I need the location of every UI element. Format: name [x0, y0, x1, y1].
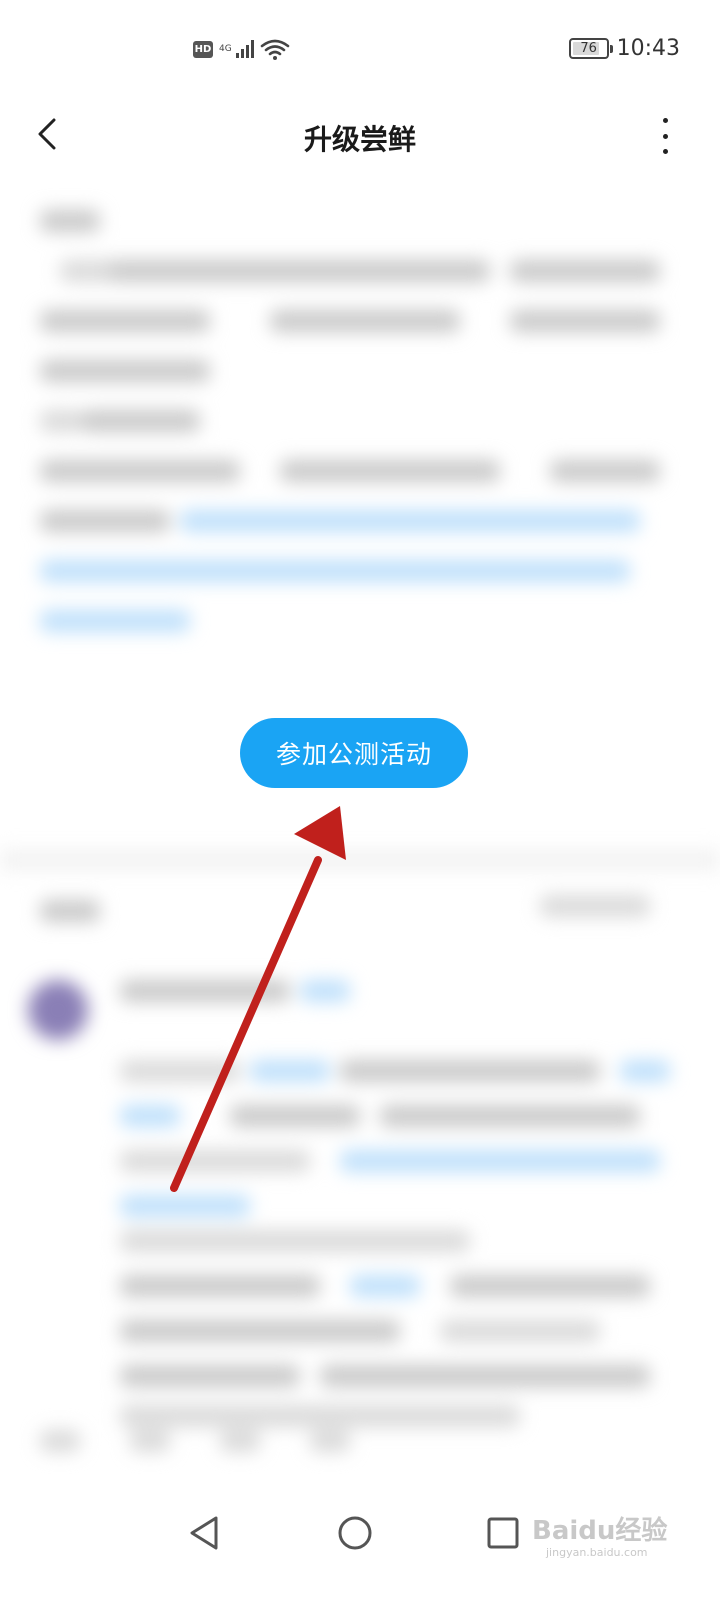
network-type-label: 4G — [219, 43, 232, 54]
nav-home-button[interactable] — [330, 1508, 380, 1558]
more-vertical-icon — [662, 118, 668, 123]
page-title: 升级尝鲜 — [303, 123, 416, 156]
square-recents-icon — [487, 1517, 519, 1549]
triangle-back-icon — [190, 1516, 218, 1550]
top-app-bar: 升级尝鲜 — [0, 100, 720, 180]
watermark-url: jingyan.baidu.com — [546, 1546, 648, 1559]
status-left-icons: HD 4G — [193, 38, 290, 60]
nav-recents-button[interactable] — [478, 1508, 528, 1558]
status-right-icons: 76 10:43 — [568, 36, 680, 61]
blurred-content — [0, 190, 720, 1460]
battery-level: 76 — [580, 41, 597, 56]
battery-icon: 76 — [568, 38, 613, 59]
join-beta-button[interactable]: 参加公测活动 — [240, 718, 468, 788]
more-options-button[interactable] — [650, 114, 680, 158]
status-clock: 10:43 — [616, 36, 680, 61]
status-bar: HD 4G 76 10:43 — [0, 0, 720, 100]
nav-back-button[interactable] — [180, 1508, 230, 1558]
watermark: Baidu经验 jingyan.baidu.com — [532, 1494, 672, 1564]
hd-badge: HD — [193, 40, 213, 58]
wifi-icon — [260, 39, 290, 60]
circle-home-icon — [338, 1516, 372, 1550]
watermark-brand: Baidu经验 — [532, 1516, 668, 1546]
cellular-signal-icon — [235, 40, 254, 58]
